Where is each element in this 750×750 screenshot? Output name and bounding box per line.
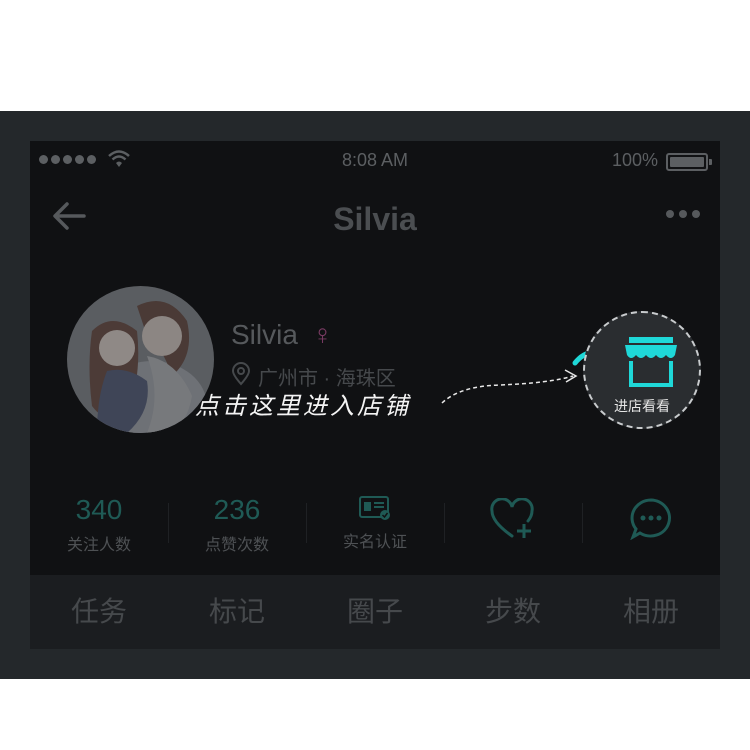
likes-label: 点赞次数 [204, 537, 269, 554]
tab-album[interactable]: 相册 [582, 575, 720, 649]
message-button[interactable] [582, 486, 720, 556]
enter-store-button[interactable]: 进店看看 [583, 311, 701, 429]
phone-screen: 8:08 AM 100% Silvia Silvia ♀ 广州市 · 海珠区 点… [30, 141, 720, 649]
stat-likes[interactable]: 236 点赞次数 [168, 486, 306, 556]
id-card-icon [359, 496, 390, 520]
tab-steps[interactable]: 步数 [444, 575, 582, 649]
tab-tasks[interactable]: 任务 [30, 575, 168, 649]
heart-plus-icon [490, 498, 534, 538]
tab-circles[interactable]: 圈子 [306, 575, 444, 649]
profile-tab-bar: 任务 标记 圈子 步数 相册 [30, 575, 720, 649]
likes-count: 236 [213, 494, 261, 525]
followers-count: 340 [75, 494, 123, 525]
enter-store-label: 进店看看 [614, 398, 670, 414]
stat-followers[interactable]: 340 关注人数 [30, 486, 168, 556]
chat-bubble-icon [630, 498, 671, 540]
verified-label: 实名认证 [342, 534, 407, 551]
followers-label: 关注人数 [66, 537, 131, 554]
follow-button[interactable] [444, 486, 582, 556]
tab-marks[interactable]: 标记 [168, 575, 306, 649]
stat-verified[interactable]: 实名认证 [306, 486, 444, 556]
store-icon [625, 337, 677, 387]
